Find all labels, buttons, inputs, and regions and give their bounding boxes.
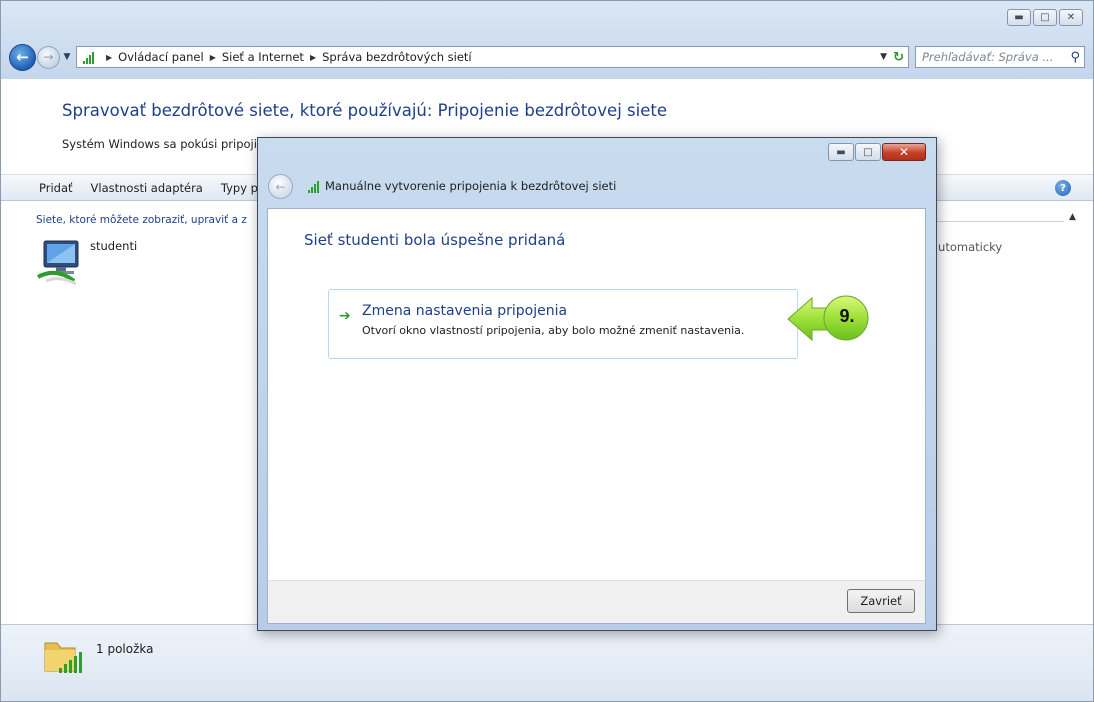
search-placeholder: Prehľadávať: Správa ... (922, 50, 1054, 64)
network-connection-mode: automaticky (931, 240, 1003, 254)
dialog-title: Manuálne vytvorenie pripojenia k bezdrôt… (325, 179, 617, 193)
collapse-chevron-icon[interactable]: ▲ (1069, 212, 1076, 222)
task-description: Otvorí okno vlastností pripojenia, aby b… (362, 324, 745, 337)
breadcrumb-separator-icon: ▶ (309, 52, 317, 62)
status-bar: 1 položka (1, 624, 1093, 701)
search-input[interactable]: Prehľadávať: Správa ... ⚲ (915, 46, 1085, 68)
page-description: Systém Windows sa pokúsi pripojiť (62, 137, 262, 151)
breadcrumb-control-panel[interactable]: Ovládací panel (118, 50, 204, 64)
minimize-icon[interactable]: ▬ (1007, 9, 1031, 26)
help-icon[interactable]: ? (1055, 180, 1071, 196)
item-count: 1 položka (96, 642, 154, 656)
change-connection-settings-link[interactable]: ➔ Zmena nastavenia pripojenia Otvorí okn… (328, 289, 798, 359)
wireless-folder-icon (44, 642, 82, 673)
address-row: ← → ▼ ▶ Ovládací panel ▶ Sieť a Internet… (9, 43, 1085, 71)
address-dropdown-icon[interactable]: ▼ (880, 52, 887, 62)
dialog-caption-buttons: ▬ □ ✕ (828, 143, 926, 161)
page-title: Spravovať bezdrôtové siete, ktoré použív… (62, 101, 667, 120)
breadcrumb-separator-icon: ▶ (106, 52, 113, 62)
green-arrow-icon: ➔ (339, 308, 351, 324)
dialog-body: Sieť studenti bola úspešne pridaná ➔ Zme… (267, 208, 926, 580)
wireless-network-icon (37, 240, 79, 286)
window-caption-buttons: ▬ □ ✕ (1007, 9, 1083, 26)
task-title[interactable]: Zmena nastavenia pripojenia (362, 303, 567, 319)
address-bar-controls: ▼ ↻ (880, 50, 908, 65)
dialog-footer: Zavrieť (267, 580, 926, 624)
dialog-maximize-icon[interactable]: □ (855, 143, 881, 161)
wireless-signal-icon (308, 179, 319, 193)
dialog-heading: Sieť studenti bola úspešne pridaná (304, 231, 566, 249)
back-button[interactable]: ← (9, 43, 36, 71)
dialog-back-button[interactable]: ← (268, 174, 293, 199)
breadcrumb-network-internet[interactable]: Sieť a Internet (222, 50, 304, 64)
address-bar[interactable]: ▶ Ovládací panel ▶ Sieť a Internet ▶ Spr… (76, 46, 909, 68)
forward-button[interactable]: → (37, 45, 60, 69)
step-callout: 9. (786, 292, 874, 346)
refresh-icon[interactable]: ↻ (893, 50, 904, 65)
adapter-properties-button[interactable]: Vlastnosti adaptéra (91, 181, 203, 195)
step-number: 9. (839, 306, 855, 326)
dialog-close-icon[interactable]: ✕ (882, 143, 926, 161)
wireless-signal-icon (83, 50, 94, 64)
dialog-title-bar: Manuálne vytvorenie pripojenia k bezdrôt… (306, 179, 616, 193)
network-name[interactable]: studenti (90, 239, 137, 253)
window-frame: ▬ □ ✕ ← → ▼ ▶ Ovládací panel ▶ Sieť a In… (1, 1, 1093, 79)
search-icon[interactable]: ⚲ (1070, 50, 1080, 65)
breadcrumb-separator-icon: ▶ (209, 52, 216, 62)
history-dropdown-icon[interactable]: ▼ (60, 47, 74, 67)
breadcrumb-wireless-networks[interactable]: Správa bezdrôtových sietí (322, 50, 472, 64)
network-list-header: Siete, ktoré môžete zobraziť, upraviť a … (36, 214, 247, 226)
close-icon[interactable]: ✕ (1059, 9, 1083, 26)
dialog-minimize-icon[interactable]: ▬ (828, 143, 854, 161)
header-divider (934, 221, 1064, 222)
manual-wireless-connection-dialog: ▬ □ ✕ ← Manuálne vytvorenie pripojenia k… (257, 137, 937, 631)
profile-types-button[interactable]: Typy p (221, 181, 258, 195)
add-button[interactable]: Pridať (39, 181, 73, 195)
maximize-icon[interactable]: □ (1033, 9, 1057, 26)
close-button[interactable]: Zavrieť (847, 589, 915, 613)
